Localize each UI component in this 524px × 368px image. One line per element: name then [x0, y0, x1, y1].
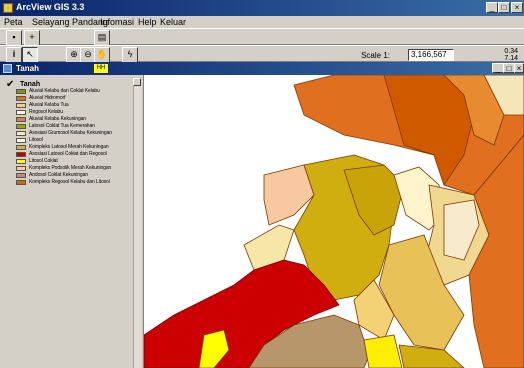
minimize-button[interactable]: _	[486, 2, 498, 13]
scale-input[interactable]: 3,166,567	[408, 49, 454, 61]
legend-swatch	[16, 152, 26, 157]
legend-label: Kompleks Latosol Merah Kekuningan	[29, 144, 109, 150]
legend-label: Regosol Kelabu	[29, 109, 63, 115]
add-theme-button[interactable]: +	[24, 30, 40, 46]
close-button[interactable]: ×	[511, 2, 523, 13]
button-bar: ▪ + ▤	[0, 28, 524, 46]
view-window-icon	[3, 64, 12, 73]
legend-swatch	[16, 110, 26, 115]
legend-swatch	[16, 180, 26, 185]
identify-tool-icon[interactable]: i	[6, 47, 22, 63]
legend-label: Litosol	[29, 137, 43, 143]
legend-swatch	[16, 89, 26, 94]
legend-list: Aluvial Kelabu dan Coklat Kelabu Aluvial …	[6, 88, 132, 189]
arcview-logo-icon	[3, 3, 13, 13]
legend-swatch	[16, 124, 26, 129]
maximize-button[interactable]: □	[498, 2, 510, 13]
legend-swatch	[16, 117, 26, 122]
view-close-button[interactable]: ×	[514, 63, 524, 73]
legend-label: Andosol Coklat Kekuningan	[29, 172, 88, 178]
legend-swatch	[16, 166, 26, 171]
pan-tool-icon[interactable]: ✋	[94, 47, 110, 63]
legend-swatch	[16, 159, 26, 164]
menu-bar: Peta Selayang Pandang Infomasi Help Kelu…	[0, 16, 524, 28]
view-title-bar: Tanah HH _ □ ×	[0, 62, 524, 75]
legend-label: Aluvial Kelabu Kekuningan	[29, 116, 86, 122]
legend-swatch	[16, 96, 26, 101]
legend-swatch	[16, 173, 26, 178]
view-badge: HH	[94, 64, 108, 73]
pointer-tool-icon[interactable]: ↖	[22, 47, 38, 63]
legend-swatch	[16, 103, 26, 108]
legend-label: Kompleks Regosol Kelabu dan Litosol	[29, 179, 110, 185]
legend-label: Aluvial Kelabu Tua	[29, 102, 69, 108]
soil-map	[144, 75, 524, 368]
legend-label: Kompleks Podsolik Merah Kekuningan	[29, 165, 112, 171]
toc-scroll-up-button[interactable]	[133, 78, 141, 86]
map-display[interactable]	[144, 75, 524, 368]
menu-keluar[interactable]: Keluar	[160, 17, 186, 27]
coordinate-x-readout: 0.34	[504, 48, 518, 55]
layer-visibility-checkbox[interactable]: ✔	[6, 80, 15, 90]
print-button[interactable]: ▤	[94, 30, 110, 46]
app-title-bar: ArcView GIS 3.3 _ □ ×	[0, 0, 524, 16]
legend-label: Asosiasi Grumosol Kelabu Kekuningan	[29, 130, 112, 136]
menu-selayang-pandang[interactable]: Selayang Pandang	[32, 17, 108, 27]
legend-swatch	[16, 131, 26, 136]
menu-help[interactable]: Help	[138, 17, 157, 27]
legend-label: Latosol Coklat Tua Kemerahan	[29, 123, 95, 129]
map-region-litosol-coklat-south	[363, 334, 403, 368]
layer-name: Tanah	[20, 81, 41, 88]
legend-label: Aluvial Hidromorf	[29, 95, 66, 101]
menu-infomasi[interactable]: Infomasi	[100, 17, 134, 27]
save-project-button[interactable]: ▪	[6, 30, 22, 46]
hotlink-tool-icon[interactable]: ϟ	[122, 47, 138, 63]
map-region-latosol-south	[398, 344, 465, 368]
toc-scrollbar[interactable]	[133, 78, 141, 368]
legend-label: Litosol Coklat	[29, 158, 58, 164]
scale-label: Scale 1:	[361, 51, 390, 60]
app-title: ArcView GIS 3.3	[16, 2, 85, 12]
legend-swatch	[16, 138, 26, 143]
legend-label: Asosiasi Latosol Coklat dan Regosol	[29, 151, 107, 157]
legend-label: Aluvial Kelabu dan Coklat Kelabu	[29, 88, 100, 94]
view-title: Tanah	[16, 64, 39, 73]
tool-bar: i ↖ ⊕ ⊖ ✋ ϟ Scale 1: 3,166,567 0.34 7.14	[0, 45, 524, 63]
menu-peta[interactable]: Peta	[4, 17, 23, 27]
legend-swatch	[16, 145, 26, 150]
coordinate-y-readout: 7.14	[504, 55, 518, 62]
